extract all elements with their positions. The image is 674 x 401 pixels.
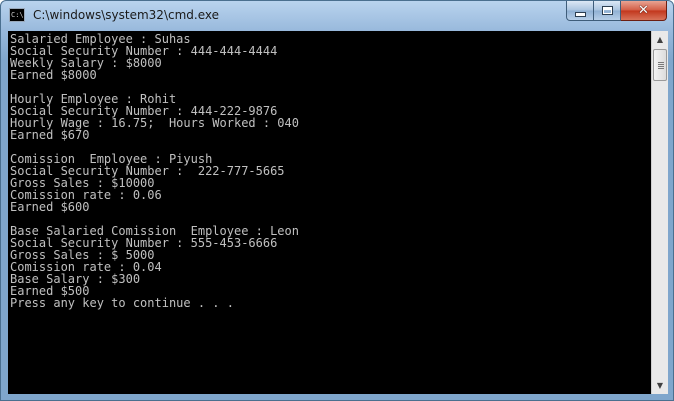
minimize-icon <box>574 11 586 17</box>
maximize-icon <box>601 6 613 15</box>
caption-buttons: ✕ <box>566 1 667 22</box>
console-line: Hourly Wage : 16.75; Hours Worked : 040 <box>10 116 299 130</box>
vertical-scrollbar[interactable]: ▲ ▼ <box>651 31 668 394</box>
console-line: Earned $8000 <box>10 68 97 82</box>
close-icon: ✕ <box>638 3 649 18</box>
console-line: Base Salary : $300 <box>10 272 141 286</box>
thumb-grip-line <box>658 64 664 65</box>
scroll-up-arrow-icon[interactable]: ▲ <box>652 31 668 48</box>
minimize-button[interactable] <box>566 1 594 21</box>
window-title: C:\windows\system32\cmd.exe <box>33 8 219 22</box>
scroll-thumb[interactable] <box>653 49 667 81</box>
console-line: Comission rate : 0.06 <box>10 188 162 202</box>
thumb-grip-line <box>658 66 664 67</box>
console-app-icon[interactable]: C:\ <box>9 8 25 22</box>
cmd-window: C:\ C:\windows\system32\cmd.exe ✕ Salari… <box>0 0 674 401</box>
close-button[interactable]: ✕ <box>621 1 667 21</box>
console-line: Weekly Salary : $8000 <box>10 56 162 70</box>
thumb-grip-line <box>658 68 664 69</box>
thumb-grip-line <box>658 62 664 63</box>
maximize-button[interactable] <box>594 1 621 21</box>
title-bar[interactable]: C:\ C:\windows\system32\cmd.exe ✕ <box>1 1 673 31</box>
console-client-area[interactable]: Salaried Employee : Suhas Social Security… <box>8 31 668 394</box>
console-output[interactable]: Salaried Employee : Suhas Social Security… <box>10 33 646 393</box>
scroll-down-arrow-icon[interactable]: ▼ <box>652 377 668 394</box>
console-line: Earned $670 <box>10 128 90 142</box>
console-line: Earned $600 <box>10 200 90 214</box>
console-line: Press any key to continue . . . <box>10 296 234 310</box>
